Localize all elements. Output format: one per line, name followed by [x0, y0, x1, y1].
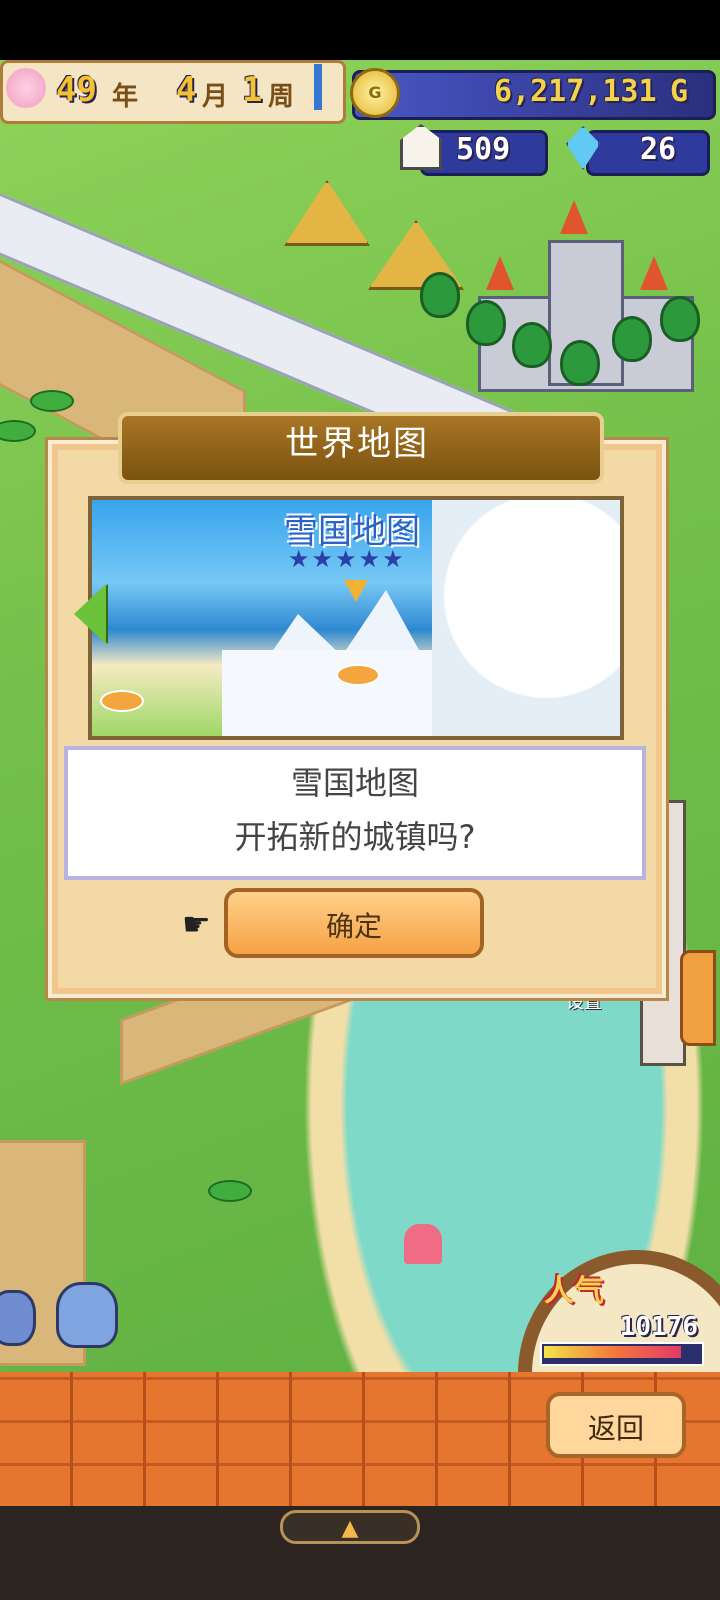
confirm-button[interactable]: 确定: [224, 888, 484, 958]
palm-tree: [208, 1180, 252, 1202]
popularity-value: 10176: [619, 1312, 698, 1342]
tree: [466, 300, 506, 346]
back-button[interactable]: 返回: [546, 1392, 686, 1458]
popularity-label: 人气: [544, 1274, 604, 1309]
gold-unit: G: [670, 74, 689, 109]
tree: [512, 322, 552, 368]
gold-value: 6,217,131: [494, 74, 657, 109]
month-value: 4: [176, 70, 197, 110]
message-line-1: 雪国地图: [290, 764, 419, 802]
year-unit: 年: [112, 82, 139, 112]
monster[interactable]: [0, 1290, 36, 1346]
week-value: 1: [242, 70, 263, 110]
hut[interactable]: [284, 180, 370, 246]
week-progress-bar: [314, 64, 322, 110]
castle-roof: [640, 256, 668, 290]
house-count: 509: [456, 132, 511, 167]
right-arrow-icon[interactable]: [680, 950, 716, 1046]
dialog-title: 世界地图: [285, 424, 429, 464]
tree: [420, 272, 460, 318]
up-arrow-icon[interactable]: ▲: [280, 1510, 420, 1544]
tree: [560, 340, 600, 386]
tree: [612, 316, 652, 362]
monster[interactable]: [56, 1282, 118, 1348]
castle-roof: [560, 200, 588, 234]
message-line-2: 开拓新的城镇吗?: [234, 818, 476, 856]
month-unit: 月: [202, 82, 229, 112]
castle-roof: [486, 256, 514, 290]
palm-tree: [0, 420, 36, 442]
town-marker: [336, 664, 380, 686]
gold-coin-icon: G: [350, 68, 400, 118]
left-arrow-icon[interactable]: [74, 584, 106, 644]
crystal-count: 26: [640, 132, 677, 167]
tree: [660, 296, 700, 342]
location-pointer-icon: [344, 580, 368, 602]
town-marker: [100, 690, 144, 712]
palm-tree: [30, 390, 74, 412]
flower-icon: [6, 68, 46, 108]
popularity-bar-fill: [544, 1346, 681, 1358]
week-unit: 周: [268, 82, 295, 112]
year-value: 49: [56, 70, 97, 110]
difficulty-stars: ★★★★★: [288, 545, 406, 573]
coral: [404, 1224, 442, 1264]
date-panel: [0, 60, 346, 124]
hand-pointer-icon: ☛: [182, 905, 211, 943]
status-bar: 49 年 4 月 1 周 G 6,217,131 G 509 26: [0, 60, 720, 180]
